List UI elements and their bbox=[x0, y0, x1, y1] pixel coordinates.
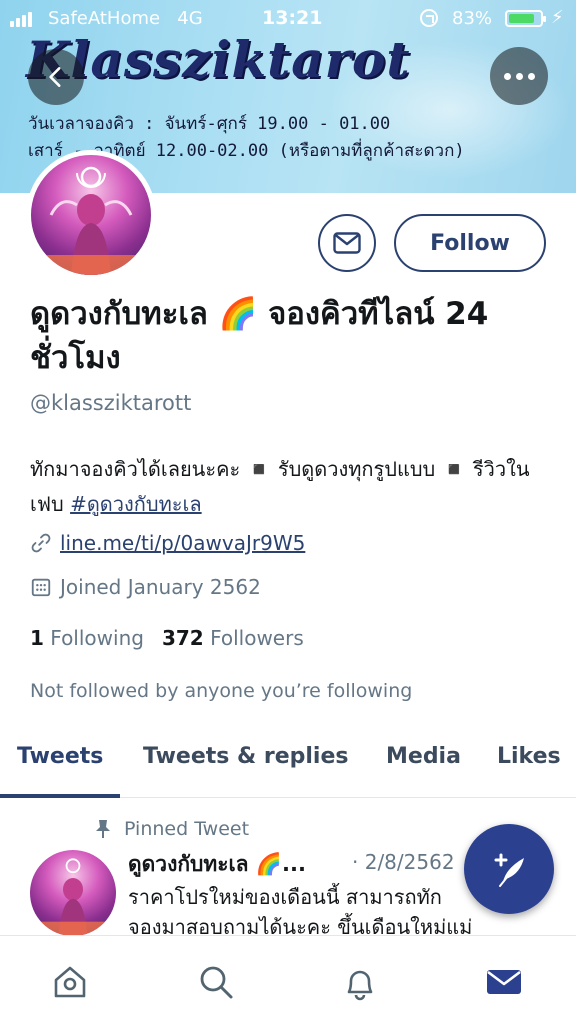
compose-tweet-icon bbox=[494, 853, 524, 887]
message-button[interactable] bbox=[318, 214, 376, 272]
follow-counts: 1 Following 372 Followers bbox=[30, 626, 304, 650]
signal-strength-icon bbox=[10, 12, 32, 27]
more-options-button[interactable] bbox=[490, 47, 548, 105]
carrier-name: SafeAtHome 4G bbox=[48, 8, 203, 29]
nav-notifications-button[interactable] bbox=[338, 960, 382, 1004]
link-icon bbox=[31, 533, 51, 553]
tweet-author-name[interactable]: ดูดวงกับทะเล 🌈... bbox=[128, 848, 306, 881]
profile-bio: ทักมาจองคิวได้เลยนะคะ ◾️ รับดูดวงทุกรูปแ… bbox=[30, 452, 550, 522]
tarot-illustration bbox=[30, 858, 116, 936]
tweet-date: · 2/8/2562 bbox=[352, 850, 455, 874]
website-link[interactable]: line.me/ti/p/0awvaJr9W5 bbox=[60, 531, 305, 555]
tab-likes[interactable]: Likes bbox=[497, 744, 561, 769]
back-button[interactable] bbox=[28, 49, 84, 105]
search-icon bbox=[200, 966, 233, 999]
following-count[interactable]: 1 Following bbox=[30, 626, 144, 650]
status-time: 13:21 bbox=[262, 7, 323, 29]
nav-home-button[interactable] bbox=[48, 960, 92, 1004]
profile-joined: Joined January 2562 bbox=[30, 575, 261, 599]
pin-icon bbox=[96, 820, 110, 838]
bio-hashtag-link[interactable]: #ดูดวงกับทะเล bbox=[70, 492, 202, 516]
home-icon bbox=[54, 966, 86, 998]
followers-count[interactable]: 372 Followers bbox=[162, 626, 304, 650]
nav-messages-button[interactable] bbox=[482, 960, 526, 1004]
active-tab-indicator bbox=[0, 794, 120, 798]
profile-handle: @klassziktarott bbox=[30, 391, 192, 415]
network-type: 4G bbox=[177, 8, 203, 29]
tweet-author-avatar[interactable] bbox=[30, 850, 116, 936]
battery-icon bbox=[505, 10, 546, 27]
follow-button[interactable]: Follow bbox=[394, 214, 546, 272]
tarot-illustration bbox=[31, 166, 151, 275]
profile-tabs: Tweets Tweets & replies Media Likes bbox=[0, 730, 576, 798]
messages-icon bbox=[487, 970, 521, 994]
profile-display-name: ดูดวงกับทะเล 🌈 จองคิวทีไลน์ 24 ชั่วโมง bbox=[30, 296, 489, 376]
pinned-tweet-label: Pinned Tweet bbox=[94, 818, 249, 840]
profile-website: line.me/ti/p/0awvaJr9W5 bbox=[30, 531, 305, 555]
charging-bolt-icon: ⚡ bbox=[551, 7, 564, 28]
compose-tweet-button[interactable] bbox=[464, 824, 554, 914]
bottom-navigation bbox=[0, 935, 576, 1024]
chevron-left-icon bbox=[49, 67, 61, 87]
more-horizontal-icon bbox=[503, 72, 511, 80]
followers-you-know-note: Not followed by anyone you’re following bbox=[30, 680, 413, 702]
notifications-icon bbox=[347, 970, 373, 1001]
tab-tweets-replies[interactable]: Tweets & replies bbox=[143, 744, 349, 769]
banner-hours-weekday: วันเวลาจองคิว : จันทร์-ศุกร์ 19.00 - 01.… bbox=[28, 114, 391, 134]
status-bar: SafeAtHome 4G 13:21 83% ⚡ bbox=[0, 0, 576, 38]
tab-tweets[interactable]: Tweets bbox=[17, 744, 103, 769]
envelope-icon bbox=[333, 232, 361, 254]
joined-date: Joined January 2562 bbox=[60, 575, 261, 599]
battery-percentage: 83% bbox=[452, 8, 493, 29]
calendar-icon bbox=[31, 578, 51, 597]
rotation-lock-icon bbox=[420, 9, 438, 27]
tab-media[interactable]: Media bbox=[386, 744, 461, 769]
profile-avatar[interactable] bbox=[26, 150, 156, 280]
nav-search-button[interactable] bbox=[194, 960, 238, 1004]
